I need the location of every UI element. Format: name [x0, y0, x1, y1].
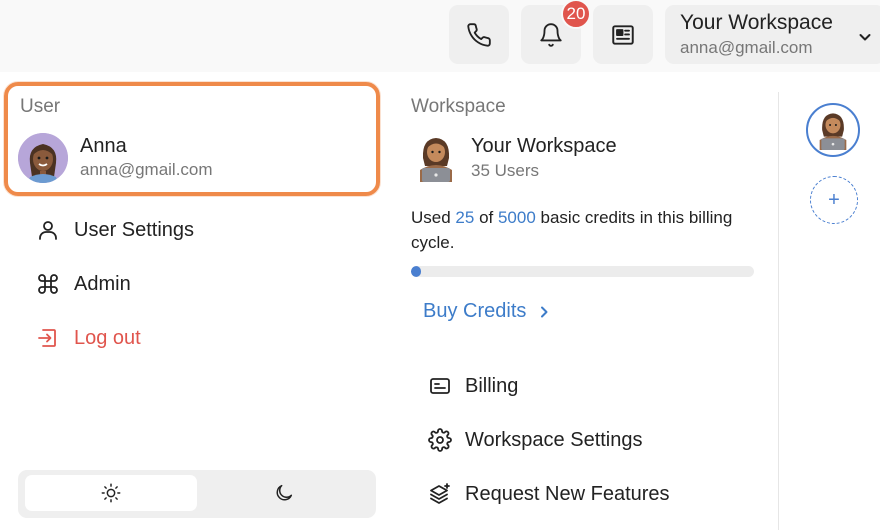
credits-mid: of: [474, 208, 498, 227]
buy-credits-label: Buy Credits: [423, 300, 527, 322]
user-card: Anna anna@gmail.com: [18, 130, 378, 190]
user-email: anna@gmail.com: [80, 160, 213, 179]
logout-icon: [38, 329, 56, 347]
theme-toggle: [18, 470, 376, 518]
chevron-down-icon: [859, 34, 871, 41]
chevron-right-icon: [541, 306, 548, 317]
buy-credits-link[interactable]: Buy Credits: [423, 300, 552, 323]
workspace-user-count: 35 Users: [471, 161, 540, 180]
workspace-settings-label: Workspace Settings: [465, 428, 643, 451]
admin-label: Admin: [74, 272, 131, 295]
plus-icon: +: [828, 188, 840, 211]
logout-item[interactable]: Log out: [36, 324, 141, 352]
light-theme-option[interactable]: [25, 475, 197, 511]
logout-label: Log out: [74, 326, 141, 349]
billing-icon: [430, 378, 450, 394]
sun-icon: [101, 483, 121, 503]
credits-used: 25: [455, 208, 475, 227]
gear-icon: [428, 428, 452, 452]
add-workspace-button[interactable]: +: [810, 176, 858, 224]
account-dropdown-panel: User Anna anna@gmail.com User Settings A…: [0, 72, 880, 530]
credits-prefix: Used: [411, 208, 456, 227]
credits-progress-fill: [411, 266, 421, 277]
credits-progress-bar: [411, 266, 754, 277]
user-settings-label: User Settings: [74, 218, 195, 241]
admin-item[interactable]: Admin: [36, 270, 131, 298]
credits-total: 5000: [497, 208, 536, 227]
credits-usage-text: Used 25 of 5000 basic credits in this bi…: [411, 205, 761, 255]
phone-button[interactable]: [449, 5, 509, 64]
workspace-settings-item[interactable]: Workspace Settings: [428, 426, 643, 454]
user-section-label: User: [20, 96, 61, 117]
request-features-label: Request New Features: [465, 482, 670, 505]
dark-theme-option[interactable]: [198, 475, 370, 511]
bell-icon: [540, 22, 562, 47]
request-features-item[interactable]: Request New Features: [428, 480, 670, 508]
moon-icon: [276, 484, 293, 501]
workspace-switcher-email: anna@gmail.com: [680, 38, 813, 57]
phone-icon: [467, 22, 491, 47]
notifications-button[interactable]: 20: [521, 0, 591, 64]
command-icon: [38, 274, 58, 294]
user-settings-item[interactable]: User Settings: [36, 216, 194, 244]
news-button[interactable]: [593, 5, 653, 64]
billing-label: Billing: [465, 374, 519, 397]
user-avatar: [18, 133, 68, 183]
workspace-name: Your Workspace: [471, 135, 617, 157]
workspace-switcher[interactable]: Your Workspace anna@gmail.com: [665, 5, 880, 64]
notification-badge: 20: [561, 0, 591, 29]
layers-sparkle-icon: [430, 483, 450, 504]
billing-item[interactable]: Billing: [428, 372, 518, 400]
rail-workspace-avatar[interactable]: [806, 103, 860, 157]
workspace-switcher-name: Your Workspace: [680, 11, 833, 34]
workspace-section-label: Workspace: [411, 96, 506, 117]
rail-divider: [778, 92, 779, 530]
top-bar: 20 Your Workspace anna@gmail.com: [0, 0, 880, 70]
workspace-avatar: [416, 134, 456, 182]
user-name: Anna: [80, 135, 127, 157]
newspaper-icon: [612, 24, 634, 45]
user-icon: [39, 221, 57, 240]
